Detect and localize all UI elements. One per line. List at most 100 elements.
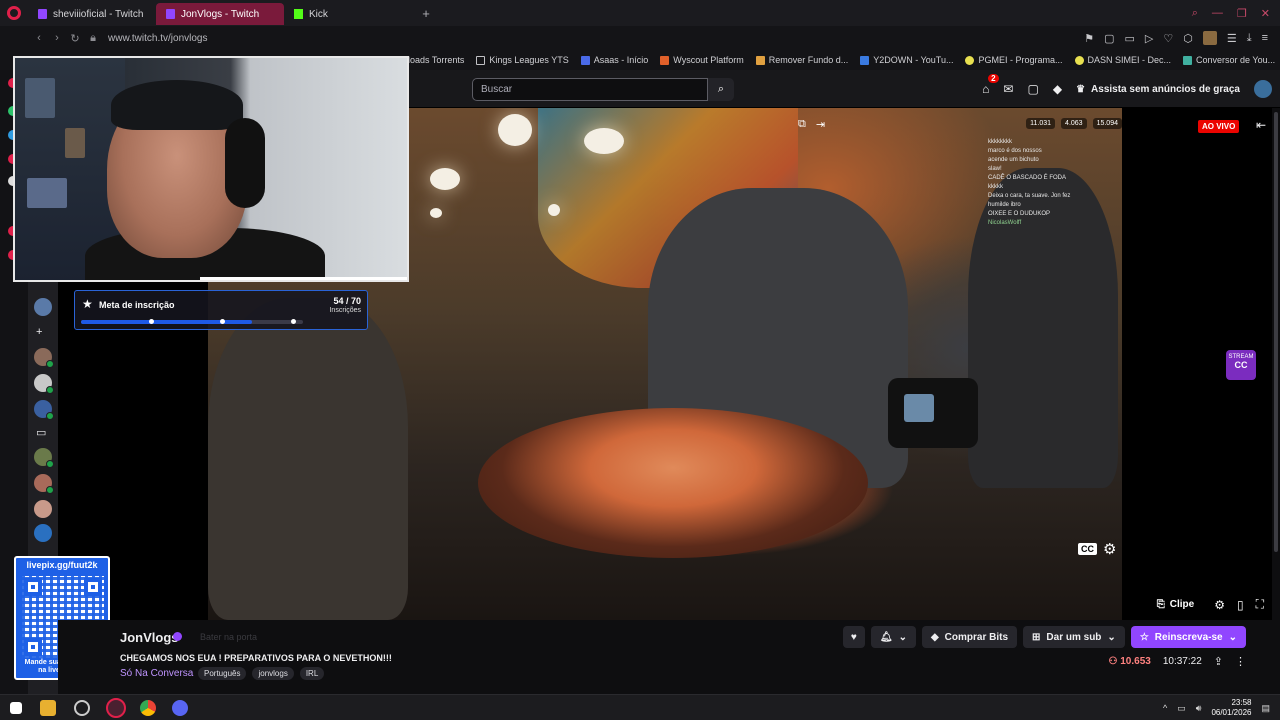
- windows-start-icon[interactable]: [10, 702, 22, 714]
- channel-avatar[interactable]: [34, 474, 54, 494]
- tab-jonvlogs[interactable]: JonVlogs - Twitch: [156, 3, 284, 25]
- channel-avatar[interactable]: [34, 298, 52, 316]
- maximize-icon[interactable]: ❐: [1237, 7, 1247, 20]
- tab-label: JonVlogs - Twitch: [181, 8, 260, 20]
- channel-avatar[interactable]: [34, 524, 52, 542]
- heart-icon[interactable]: ♡: [1163, 32, 1173, 45]
- notification-badge: 2: [988, 74, 999, 83]
- new-tab-button[interactable]: +: [412, 6, 440, 21]
- whispers-icon[interactable]: ▢: [1027, 82, 1038, 96]
- channel-name[interactable]: JonVlogs: [120, 630, 179, 645]
- tag[interactable]: Português: [198, 667, 247, 680]
- search-input[interactable]: Buscar: [472, 78, 708, 101]
- sub-goal-progress: [81, 319, 303, 324]
- page-scrollbar[interactable]: [1272, 108, 1280, 694]
- tab-sheviiioficial[interactable]: sheviiioficial - Twitch: [28, 3, 156, 25]
- livepix-url: livepix.gg/fuut2k: [26, 560, 98, 570]
- notification-center-icon[interactable]: ▤: [1261, 703, 1270, 714]
- chrome-icon[interactable]: [140, 700, 156, 716]
- close-icon[interactable]: ✕: [1261, 7, 1270, 20]
- fullscreen-icon[interactable]: ⛶: [1256, 597, 1264, 612]
- bookmark-item[interactable]: Kings Leagues YTS: [476, 55, 569, 65]
- menu-icon[interactable]: ≡: [1262, 32, 1268, 44]
- discord-icon[interactable]: [172, 700, 188, 716]
- bookmark-item[interactable]: Asaas - Início: [580, 55, 648, 65]
- opera-taskbar-icon[interactable]: [106, 698, 126, 718]
- taskbar-clock[interactable]: 23:58 06/01/2026: [1211, 698, 1251, 718]
- tag[interactable]: jonvlogs: [252, 667, 294, 680]
- search-icon[interactable]: ⌕: [708, 78, 734, 101]
- windows-taskbar: ^ ▭ 🔊︎ 23:58 06/01/2026 ▤: [0, 694, 1280, 720]
- viewer-count: ⚇ 10.653: [1109, 656, 1151, 667]
- clip-button[interactable]: ⎘ Clipe: [1148, 595, 1203, 614]
- play-icon[interactable]: ▷: [1145, 32, 1153, 45]
- closed-captions-button[interactable]: CC: [1078, 543, 1097, 555]
- opera-menu-icon[interactable]: [0, 0, 28, 26]
- progress-marker: [220, 319, 225, 324]
- extensions-icon[interactable]: ⬡: [1183, 32, 1193, 45]
- pip-icon[interactable]: ▭: [1124, 32, 1134, 45]
- bater-na-porta[interactable]: Bater na porta: [200, 632, 257, 642]
- reload-icon[interactable]: ↻: [66, 32, 84, 45]
- buy-bits-button[interactable]: ◆ Comprar Bits: [921, 626, 1018, 648]
- back-icon[interactable]: ‹: [30, 32, 48, 44]
- notifications-icon[interactable]: ⌂ 2: [982, 74, 999, 96]
- expand-chat-icon[interactable]: ⇤: [1256, 118, 1266, 132]
- file-explorer-icon[interactable]: [40, 700, 56, 716]
- tray-expand-icon[interactable]: ^: [1163, 703, 1167, 713]
- tab-label: sheviiioficial - Twitch: [53, 8, 144, 20]
- sub-goal-unit: Inscrições: [329, 307, 361, 314]
- channel-avatar[interactable]: [34, 348, 54, 368]
- settings-icon[interactable]: ⚙: [1214, 598, 1225, 612]
- easy-setup-icon[interactable]: ☰: [1227, 32, 1237, 45]
- url-field[interactable]: www.twitch.tv/jonvlogs: [108, 33, 207, 44]
- forward-icon[interactable]: ›: [48, 32, 66, 44]
- user-avatar[interactable]: [1254, 80, 1272, 98]
- bits-icon[interactable]: ◆: [1053, 82, 1062, 96]
- channel-avatar[interactable]: [34, 448, 54, 468]
- gift-sub-button[interactable]: ⊞ Dar um sub ⌄: [1023, 626, 1125, 648]
- lock-icon: 🔒︎: [90, 31, 96, 44]
- bookmark-item[interactable]: loads Torrents: [408, 55, 464, 65]
- clock-date: 06/01/2026: [1211, 708, 1252, 717]
- camera-screen: [904, 394, 934, 422]
- headset: [225, 118, 265, 208]
- captions-settings-icon[interactable]: ⚙: [1103, 540, 1116, 558]
- notifications-button[interactable]: 🔔︎ ⌄: [870, 626, 916, 648]
- video-icon[interactable]: ▭: [36, 426, 46, 439]
- scroll-thumb[interactable]: [1274, 112, 1278, 552]
- more-options-icon[interactable]: ⋮: [1235, 655, 1246, 668]
- bookmark-item[interactable]: PGMEI - Programa...: [965, 55, 1063, 65]
- popout-icon[interactable]: ⧉: [798, 118, 806, 131]
- lamp: [430, 208, 442, 218]
- bookmark-item[interactable]: DASN SIMEI - Dec...: [1074, 55, 1171, 65]
- profile-avatar[interactable]: [1202, 31, 1217, 45]
- resubscribe-button[interactable]: ☆ Reinscreva-se ⌄: [1130, 626, 1246, 648]
- steam-icon[interactable]: [74, 700, 90, 716]
- channel-avatar[interactable]: [34, 374, 54, 394]
- bookmark-item[interactable]: Conversor de You...: [1183, 55, 1275, 65]
- tag[interactable]: IRL: [299, 667, 325, 680]
- search-tabs-icon[interactable]: ⌕: [1192, 7, 1198, 20]
- inbox-icon[interactable]: ✉: [1003, 82, 1013, 96]
- volume-icon[interactable]: 🔊︎: [1196, 703, 1202, 714]
- channel-avatar[interactable]: [34, 400, 54, 420]
- bookmark-item[interactable]: Wyscout Platform: [660, 55, 744, 65]
- bookmark-item[interactable]: Remover Fundo d...: [755, 55, 848, 65]
- ad-free-button[interactable]: ♛ Assista sem anúncios de graça: [1076, 84, 1240, 95]
- bookmark-item[interactable]: Y2DOWN - YouTu...: [860, 55, 953, 65]
- minimize-icon[interactable]: —: [1212, 7, 1223, 20]
- theatre-mode-icon[interactable]: ▯: [1237, 598, 1244, 612]
- bookmark-icon[interactable]: ⚑: [1084, 32, 1094, 45]
- download-icon[interactable]: ⤓: [1247, 32, 1252, 45]
- stream-cc-button[interactable]: STREAM CC: [1226, 350, 1256, 380]
- theatre-icon[interactable]: ⇥: [816, 118, 825, 131]
- network-icon[interactable]: ▭: [1177, 703, 1186, 714]
- snapshot-icon[interactable]: ▢: [1104, 32, 1114, 45]
- tab-kick[interactable]: Kick: [284, 3, 412, 25]
- stream-category[interactable]: Só Na Conversa: [120, 668, 193, 679]
- share-icon[interactable]: ⇪: [1214, 655, 1223, 668]
- follow-button[interactable]: ♥: [842, 626, 865, 648]
- channel-avatar[interactable]: [34, 500, 52, 518]
- add-friend-icon[interactable]: +: [36, 326, 42, 338]
